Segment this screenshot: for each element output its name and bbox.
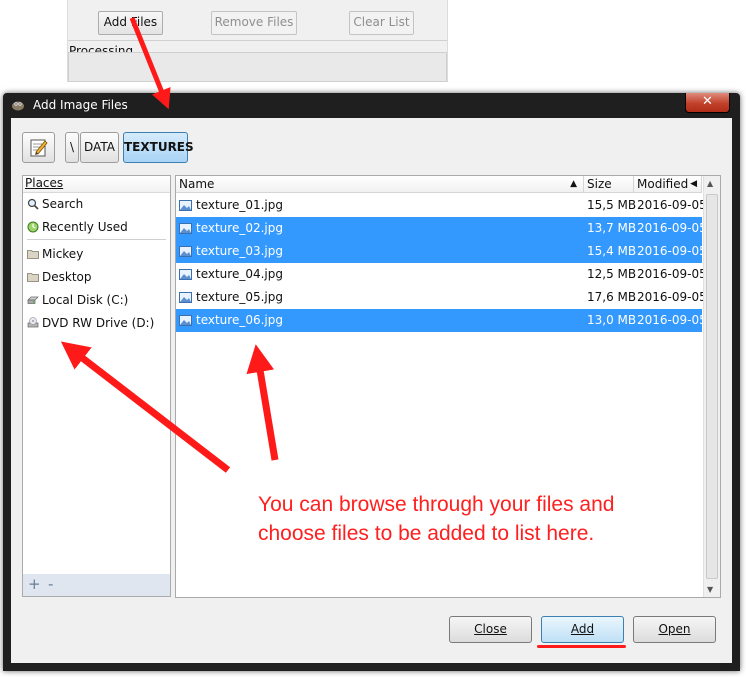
add-button-highlight [537,645,626,648]
annotation-arrows [60,17,279,473]
annotation-text: You can browse through your files and ch… [258,493,615,545]
arrow-to-dialog [129,17,171,110]
arrow-to-places [60,341,231,473]
arrow-to-files [246,344,279,461]
